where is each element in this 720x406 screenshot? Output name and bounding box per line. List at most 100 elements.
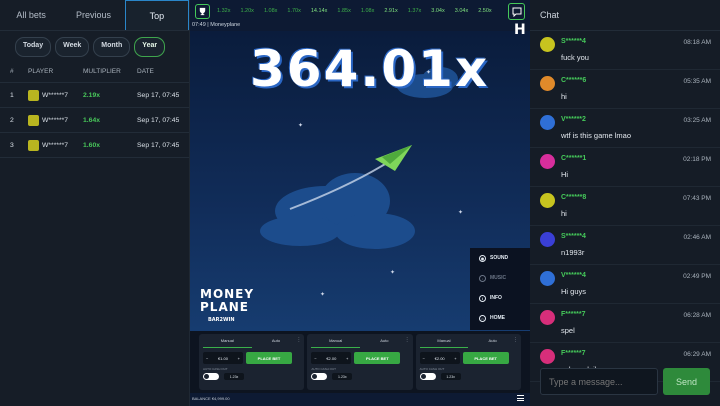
chat-username: V******4	[561, 272, 586, 279]
period-month[interactable]: Month	[93, 37, 131, 57]
period-week[interactable]: Week	[55, 37, 90, 57]
menu-home[interactable]: ⌂ HOME	[470, 308, 530, 328]
menu-sound[interactable]: ◉ SOUND	[470, 248, 530, 268]
chat-messages: S******4 08:18 AM fuck you C******6 05:35 AM…	[530, 31, 720, 382]
send-button[interactable]: Send	[663, 368, 710, 395]
auto-cashout-toggle[interactable]	[419, 373, 436, 380]
chat-title: Chat	[530, 0, 720, 31]
home-icon: ⌂	[479, 314, 486, 322]
place-bet-button[interactable]: PLACE BET	[354, 352, 401, 364]
chat-username: C******8	[561, 194, 587, 201]
chat-panel: Chat S******4 08:18 AM fuck you C******6 05:…	[530, 0, 720, 406]
place-bet-button[interactable]: PLACE BET	[246, 352, 292, 364]
history-item: 1.85x	[337, 8, 351, 14]
chat-username: C******6	[561, 77, 587, 84]
plus-icon[interactable]: +	[454, 356, 456, 361]
game-name: Moneyplane	[210, 22, 241, 28]
game-time: 07:49	[192, 22, 206, 28]
avatar	[540, 193, 555, 208]
chat-message: C******1 02:18 PM Hi	[530, 148, 720, 187]
tab-top[interactable]: Top	[124, 0, 189, 30]
minus-icon[interactable]: −	[206, 356, 208, 361]
history-item: 2.91x	[384, 8, 398, 14]
bet-panels: ⋮ Manual Auto − €1.00 + PLACE BET AUTO CASH…	[190, 331, 530, 393]
chat-message: V******4 02:49 PM Hi guys	[530, 265, 720, 304]
star-icon: ✦	[458, 210, 464, 216]
chat-text: n1993r	[561, 248, 585, 257]
avatar	[540, 232, 555, 247]
current-multiplier: 364.01x	[250, 40, 490, 98]
stake-input[interactable]: − €2.00 +	[419, 352, 460, 364]
auto-cashout-toggle[interactable]	[311, 373, 328, 380]
row-multiplier: 1.60x	[83, 141, 101, 149]
avatar	[28, 114, 39, 126]
bet-tab-manual[interactable]: Manual	[419, 338, 469, 348]
history-bar: 1.32x 1.20x 1.08x 1.70x 14.14x 1.85x 1.0…	[190, 2, 530, 20]
star-icon: ✦	[298, 123, 304, 129]
row-player: W******7	[42, 141, 69, 149]
more-icon[interactable]: ⋮	[296, 337, 301, 343]
tab-all-bets[interactable]: All bets	[0, 0, 62, 30]
chat-timestamp: 03:25 AM	[683, 117, 711, 124]
minus-icon[interactable]: −	[423, 356, 425, 361]
row-rank: 2	[10, 116, 14, 124]
avatar	[540, 349, 555, 364]
avatar	[540, 154, 555, 169]
history-item: 2.50x	[478, 8, 492, 14]
more-icon[interactable]: ⋮	[405, 337, 410, 343]
chat-timestamp: 02:18 PM	[683, 156, 711, 163]
bet-tab-auto[interactable]: Auto	[468, 338, 517, 348]
history-item: 1.20x	[240, 8, 254, 14]
period-today[interactable]: Today	[15, 37, 52, 57]
chat-message: F******7 06:28 AM spel	[530, 304, 720, 343]
period-year[interactable]: Year	[134, 37, 166, 57]
place-bet-button[interactable]: PLACE BET	[462, 352, 509, 364]
chat-username: S******4	[561, 233, 586, 240]
minus-icon[interactable]: −	[314, 356, 316, 361]
chat-text: hi	[561, 92, 567, 101]
tab-previous[interactable]: Previous	[62, 0, 124, 30]
chat-text: fuck you	[561, 53, 589, 62]
bet-tab-auto[interactable]: Auto	[360, 338, 409, 348]
bet-tab-manual[interactable]: Manual	[203, 338, 252, 348]
chat-toggle-icon[interactable]	[508, 3, 525, 20]
bet-tab-auto[interactable]: Auto	[252, 338, 301, 348]
table-row: 3 W******7 1.60x Sep 17, 07:45	[0, 133, 189, 158]
header-rank: #	[10, 67, 14, 75]
bet-tab-manual[interactable]: Manual	[311, 338, 360, 348]
plus-icon[interactable]: +	[238, 356, 240, 361]
trophy-icon[interactable]	[195, 4, 210, 19]
plus-icon[interactable]: +	[346, 356, 348, 361]
bet-panel: ⋮ Manual Auto − €1.00 + PLACE BET AUTO CASH…	[199, 334, 305, 390]
bet-panel: ⋮ Manual Auto − €2.00 + PLACE BET AUTO CASH…	[415, 334, 521, 390]
more-icon[interactable]: ⋮	[513, 337, 518, 343]
auto-cashout-value[interactable]: 1.23x	[440, 373, 461, 380]
header-date: DATE	[137, 67, 154, 75]
chat-timestamp: 06:29 AM	[683, 351, 711, 358]
sound-icon: ◉	[479, 254, 486, 262]
hamburger-menu-icon[interactable]	[517, 395, 524, 401]
menu-music[interactable]: ♪ MUSIC	[470, 268, 530, 288]
auto-cashout-value[interactable]: 1.23x	[332, 373, 353, 380]
stake-input[interactable]: − €2.00 +	[311, 352, 352, 364]
auto-cashout-value[interactable]: 1.23x	[224, 373, 244, 380]
chat-timestamp: 02:46 AM	[683, 234, 711, 241]
avatar	[540, 271, 555, 286]
balance-label: BALANCE	[192, 396, 211, 401]
menu-info[interactable]: i INFO	[470, 288, 530, 308]
auto-cashout-label: AUTO CASH OUT	[311, 367, 336, 371]
row-date: Sep 17, 07:45	[137, 116, 180, 124]
game-subtitle: 07:49 | Moneyplane	[192, 22, 241, 28]
chat-message-input[interactable]	[540, 368, 658, 395]
balance-value: €4,999.00	[211, 396, 230, 401]
header-multiplier: MULTIPLIER	[83, 67, 121, 75]
chat-timestamp: 08:18 AM	[683, 39, 711, 46]
auto-cashout-toggle[interactable]	[203, 373, 219, 380]
stake-input[interactable]: − €1.00 +	[203, 352, 243, 364]
row-date: Sep 17, 07:45	[137, 141, 180, 149]
star-icon: ✦	[390, 270, 396, 276]
bets-panel: All bets Previous Top Today Week Month Y…	[0, 0, 190, 406]
chat-text: Hi guys	[561, 287, 587, 296]
chat-timestamp: 05:35 AM	[683, 78, 711, 85]
table-row: 1 W******7 2.19x Sep 17, 07:45	[0, 83, 189, 108]
